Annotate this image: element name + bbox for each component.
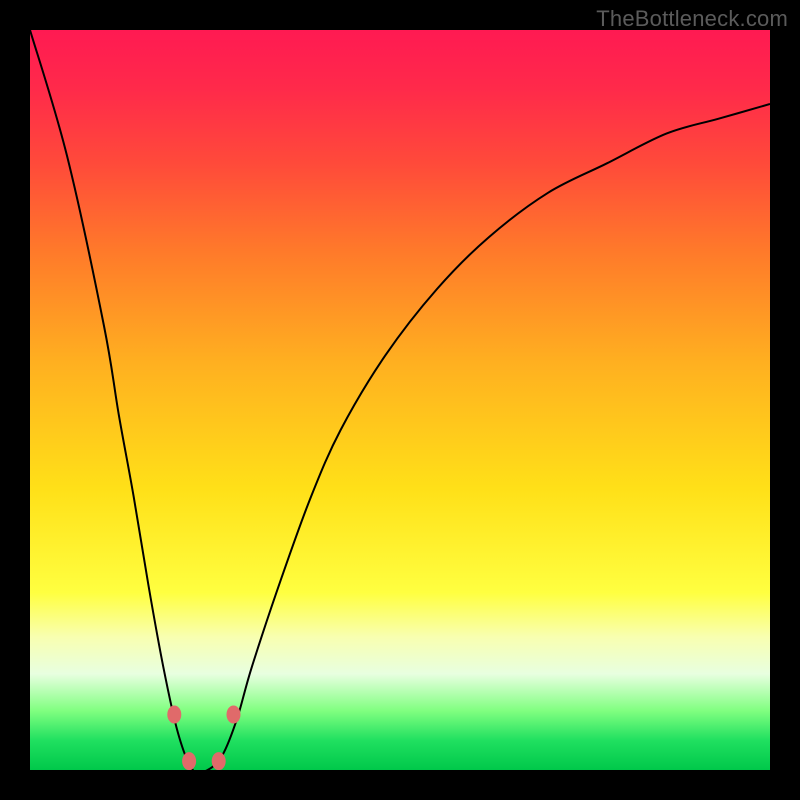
data-marker	[167, 706, 181, 724]
data-marker	[212, 752, 226, 770]
bottleneck-curve	[30, 30, 770, 770]
chart-frame: TheBottleneck.com	[0, 0, 800, 800]
plot-area	[30, 30, 770, 770]
watermark-text: TheBottleneck.com	[596, 6, 788, 32]
data-marker	[227, 706, 241, 724]
curve-svg	[30, 30, 770, 770]
data-marker	[182, 752, 196, 770]
